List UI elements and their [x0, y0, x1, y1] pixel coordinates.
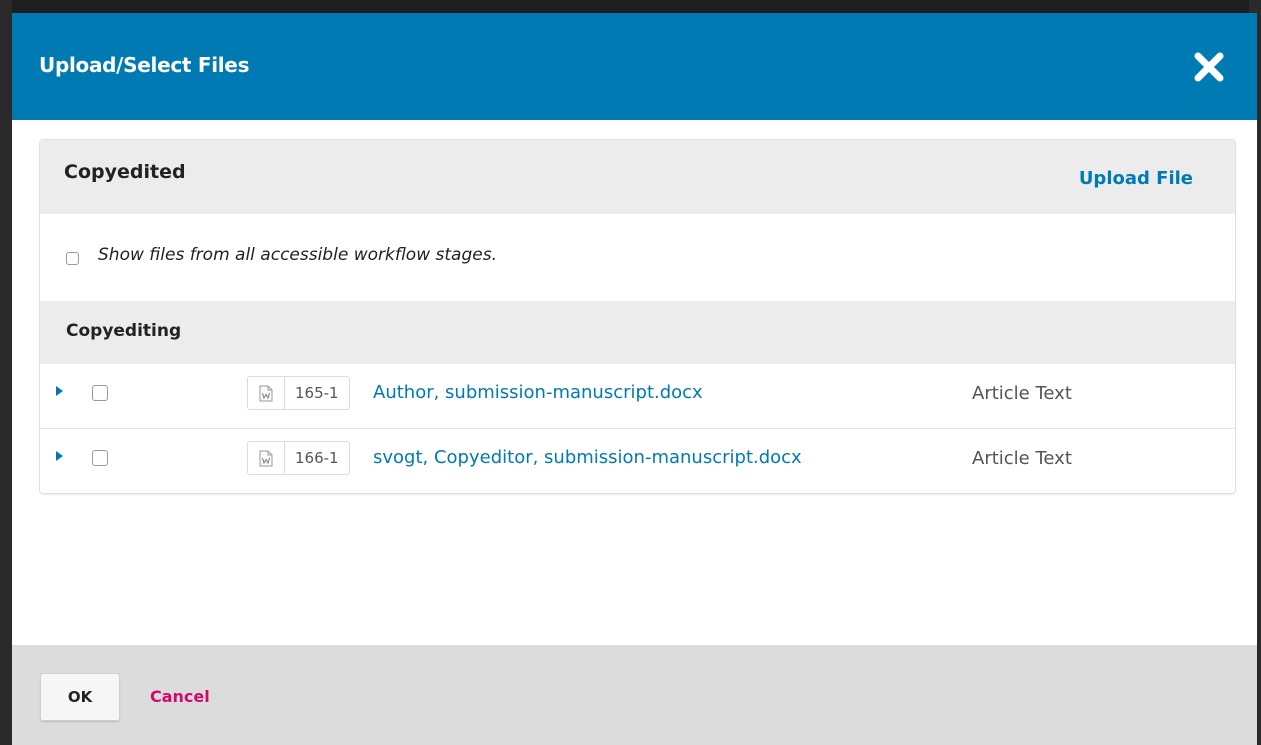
close-button[interactable] [1189, 47, 1229, 87]
panel-header: Copyedited Upload File [40, 140, 1235, 214]
file-select-checkbox[interactable] [92, 450, 108, 466]
word-document-icon [248, 442, 285, 474]
expand-row-icon[interactable] [56, 451, 63, 461]
file-chip: 165-1 [247, 376, 350, 410]
filter-row: Show files from all accessible workflow … [40, 214, 1235, 301]
file-row: 166-1 svogt, Copyeditor, submission-manu… [40, 428, 1235, 493]
file-row: 165-1 Author, submission-manuscript.docx… [40, 364, 1235, 428]
backdrop [0, 0, 12, 745]
group-title: Copyediting [66, 321, 182, 341]
file-select-checkbox[interactable] [92, 385, 108, 401]
word-document-icon [248, 377, 285, 409]
file-genre: Article Text [972, 383, 1072, 404]
file-genre: Article Text [972, 448, 1072, 469]
close-x-icon [1194, 52, 1224, 82]
show-all-stages-checkbox[interactable] [66, 252, 79, 265]
file-id: 165-1 [295, 384, 339, 402]
modal-header: Upload/Select Files [12, 13, 1257, 120]
modal-title: Upload/Select Files [39, 53, 250, 77]
panel-title: Copyedited [64, 161, 186, 183]
file-name-link[interactable]: svogt, Copyeditor, submission-manuscript… [373, 447, 802, 468]
cancel-link[interactable]: Cancel [150, 687, 210, 706]
file-chip: 166-1 [247, 441, 350, 475]
file-id: 166-1 [295, 449, 339, 467]
expand-row-icon[interactable] [56, 386, 63, 396]
file-list: 165-1 Author, submission-manuscript.docx… [40, 364, 1235, 493]
show-all-stages-label: Show files from all accessible workflow … [98, 245, 497, 265]
ok-button[interactable]: OK [40, 673, 120, 721]
modal-body: Copyedited Upload File Show files from a… [12, 120, 1257, 645]
upload-select-files-modal: Upload/Select Files Copyedited Upload Fi… [12, 13, 1257, 745]
group-header: Copyediting [40, 301, 1235, 364]
file-name-link[interactable]: Author, submission-manuscript.docx [373, 382, 703, 403]
modal-footer: OK Cancel [12, 645, 1257, 745]
upload-file-link[interactable]: Upload File [1079, 168, 1193, 189]
files-panel: Copyedited Upload File Show files from a… [39, 139, 1236, 494]
